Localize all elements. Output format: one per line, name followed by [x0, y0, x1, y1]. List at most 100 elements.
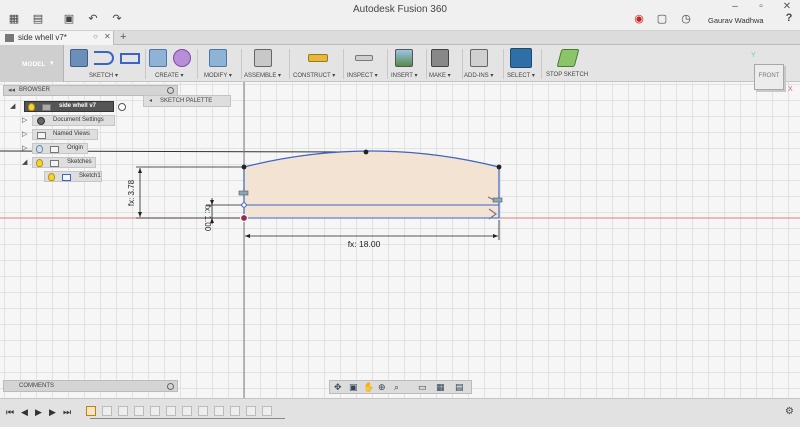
expand-arrow-icon[interactable]: ▷ [22, 116, 27, 124]
visibility-bulb-icon[interactable] [48, 173, 55, 181]
timeline-feature[interactable] [150, 406, 160, 416]
timeline-track[interactable] [90, 418, 285, 419]
offset-plane-icon[interactable] [308, 54, 328, 62]
press-pull-icon[interactable] [209, 49, 227, 67]
viewports-icon[interactable]: ▤ [455, 383, 465, 392]
height-dimension-text[interactable]: fx: 3.78 [127, 179, 136, 206]
sketch-group[interactable]: SKETCH ▾ [66, 45, 144, 82]
tree-row-origin[interactable]: ▷ Origin [22, 143, 92, 154]
workspace-switcher[interactable]: MODEL ▾ [0, 45, 64, 82]
expand-arrow-icon[interactable]: ◢ [10, 102, 15, 110]
small-dimension-text[interactable]: fx: 1.00 [203, 205, 212, 232]
close-tab-icon[interactable]: ✕ [104, 32, 111, 41]
play-icon[interactable]: ▶ [35, 407, 42, 418]
expand-arrow-icon[interactable]: ▷ [22, 130, 27, 138]
look-at-icon[interactable]: ▣ [349, 383, 359, 392]
scripts-icon[interactable] [470, 49, 488, 67]
timeline-feature[interactable] [102, 406, 112, 416]
timeline-feature[interactable] [214, 406, 224, 416]
new-tab-icon[interactable]: + [120, 31, 126, 44]
origin-point[interactable] [240, 214, 248, 222]
timeline-feature[interactable] [182, 406, 192, 416]
insert-image-icon[interactable] [395, 49, 413, 67]
browser-item-sketch1[interactable]: Sketch1 [44, 171, 102, 182]
canvas-viewport[interactable]: fx: 3.78 fx: 1.00 fx: 18.00 [0, 82, 800, 398]
display-settings-icon[interactable]: ▭ [418, 383, 428, 392]
browser-item-origin[interactable]: Origin [32, 143, 88, 154]
step-forward-icon[interactable]: ▶ [49, 407, 56, 418]
browser-root-item[interactable]: side whell v7 [24, 101, 114, 112]
zoom-icon[interactable]: ⊕ [378, 383, 388, 392]
timeline-feature[interactable] [118, 406, 128, 416]
pin-icon[interactable] [167, 87, 174, 94]
tree-row-sketch1[interactable]: Sketch1 [44, 171, 104, 182]
timeline-feature[interactable] [166, 406, 176, 416]
pan-hand-icon[interactable]: ✋ [363, 383, 374, 392]
timeline-sketch-feature[interactable] [86, 406, 96, 416]
visibility-bulb-icon[interactable] [36, 145, 43, 153]
collapse-icon[interactable]: ◂◂ [8, 86, 15, 94]
stop-sketch-group[interactable]: STOP SKETCH [543, 45, 593, 82]
timeline-feature[interactable] [246, 406, 256, 416]
new-component-icon[interactable] [254, 49, 272, 67]
select-group[interactable]: SELECT ▾ [505, 45, 541, 82]
maximize-button[interactable]: ▫ [748, 0, 774, 16]
arc-icon[interactable] [94, 51, 114, 65]
sketch-palette-toggle[interactable]: ◂ SKETCH PALETTE [143, 95, 231, 107]
grid-snaps-icon[interactable]: ▦ [436, 383, 446, 392]
view-cube[interactable]: FRONT [754, 64, 784, 90]
parallel-constraint-icon[interactable] [492, 197, 503, 203]
modify-group[interactable]: MODIFY ▾ [199, 45, 241, 82]
inspect-group[interactable]: INSPECT ▾ [345, 45, 387, 82]
sketch-canvas[interactable]: fx: 3.78 fx: 1.00 fx: 18.00 [0, 82, 800, 398]
fit-zoom-icon[interactable]: ⌕ [394, 383, 404, 392]
comments-panel-header[interactable]: COMMENTS [3, 380, 178, 392]
expand-arrow-icon[interactable]: ▷ [22, 144, 27, 152]
create-group[interactable]: CREATE ▾ [147, 45, 195, 82]
timeline-feature[interactable] [262, 406, 272, 416]
gear-icon[interactable]: ⚙ [785, 406, 794, 417]
rectangle-icon[interactable] [120, 53, 140, 64]
select-arrow-icon[interactable] [510, 48, 532, 68]
measure-icon[interactable] [355, 55, 373, 61]
step-back-icon[interactable]: ◀ [21, 407, 28, 418]
document-tab[interactable]: side whell v7* ○ ✕ [0, 31, 114, 45]
timeline-feature[interactable] [230, 406, 240, 416]
activate-radio-icon[interactable] [118, 103, 126, 111]
tree-row-sketches[interactable]: ◢ Sketches [22, 157, 102, 168]
tree-row-document-settings[interactable]: ▷ Document Settings [22, 115, 117, 126]
timeline-feature[interactable] [198, 406, 208, 416]
browser-item-sketches[interactable]: Sketches [32, 157, 96, 168]
visibility-bulb-icon[interactable] [36, 159, 43, 167]
finish-sketch-icon[interactable] [556, 49, 580, 67]
addins-group[interactable]: ADD-INS ▾ [464, 45, 502, 82]
sketch-point[interactable] [241, 202, 247, 208]
pin-icon[interactable] [167, 383, 174, 390]
user-menu[interactable]: Gaurav Wadhwa [708, 16, 764, 25]
make-group[interactable]: MAKE ▾ [428, 45, 462, 82]
timeline-feature[interactable] [134, 406, 144, 416]
sketch-point[interactable] [496, 164, 502, 170]
job-status-icon[interactable]: ▢ [655, 12, 669, 25]
3d-print-icon[interactable] [431, 49, 449, 67]
form-icon[interactable] [173, 49, 191, 67]
create-sketch-icon[interactable] [70, 49, 88, 67]
sketch-point[interactable] [363, 149, 369, 155]
record-icon[interactable]: ◉ [632, 12, 646, 25]
close-window-button[interactable]: ✕ [774, 0, 800, 16]
extrude-icon[interactable] [149, 49, 167, 67]
assemble-group[interactable]: ASSEMBLE ▾ [243, 45, 288, 82]
orbit-icon[interactable]: ✥ [334, 383, 344, 392]
collapse-arrow-icon[interactable]: ◢ [22, 158, 27, 166]
parallel-constraint-icon[interactable] [238, 190, 249, 196]
browser-item-document-settings[interactable]: Document Settings [32, 115, 115, 126]
width-dimension-text[interactable]: fx: 18.00 [348, 239, 381, 249]
go-to-start-icon[interactable]: ⏮ [6, 407, 14, 418]
tree-row-named-views[interactable]: ▷ Named Views [22, 129, 102, 140]
minimize-button[interactable]: – [722, 0, 748, 16]
profile-region[interactable] [244, 151, 499, 218]
visibility-bulb-icon[interactable] [28, 103, 35, 111]
construct-group[interactable]: CONSTRUCT ▾ [291, 45, 343, 82]
go-to-end-icon[interactable]: ⏭ [63, 407, 71, 418]
browser-item-named-views[interactable]: Named Views [32, 129, 98, 140]
